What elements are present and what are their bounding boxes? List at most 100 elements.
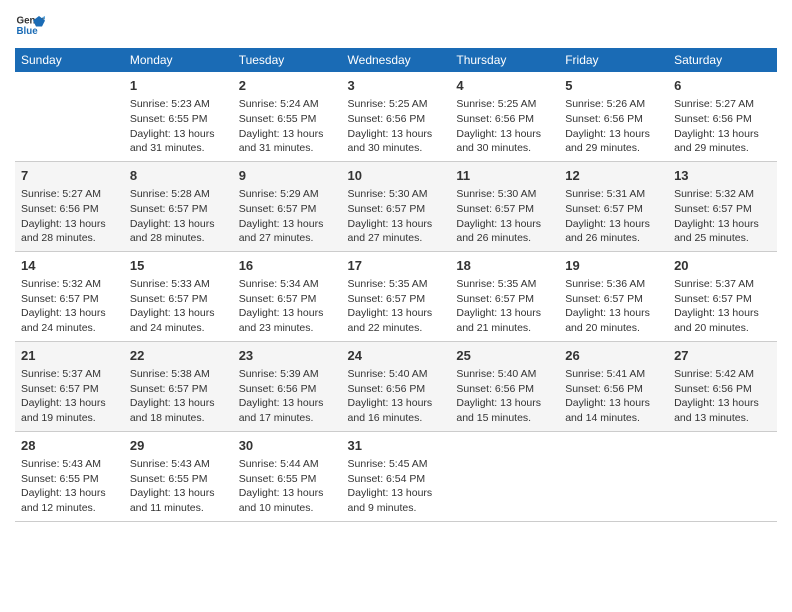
day-cell: 16 Sunrise: 5:34 AMSunset: 6:57 PMDayligh… <box>233 251 342 341</box>
day-number: 25 <box>456 347 553 365</box>
day-info: Sunrise: 5:44 AMSunset: 6:55 PMDaylight:… <box>239 457 336 516</box>
day-number: 3 <box>348 77 445 95</box>
day-number: 10 <box>348 167 445 185</box>
day-number: 30 <box>239 437 336 455</box>
day-info: Sunrise: 5:32 AMSunset: 6:57 PMDaylight:… <box>674 187 771 246</box>
day-cell: 13 Sunrise: 5:32 AMSunset: 6:57 PMDayligh… <box>668 161 777 251</box>
day-number: 23 <box>239 347 336 365</box>
day-cell: 6 Sunrise: 5:27 AMSunset: 6:56 PMDaylight… <box>668 72 777 161</box>
day-number: 7 <box>21 167 118 185</box>
day-cell: 29 Sunrise: 5:43 AMSunset: 6:55 PMDayligh… <box>124 431 233 521</box>
day-info: Sunrise: 5:28 AMSunset: 6:57 PMDaylight:… <box>130 187 227 246</box>
day-number: 20 <box>674 257 771 275</box>
day-cell: 7 Sunrise: 5:27 AMSunset: 6:56 PMDaylight… <box>15 161 124 251</box>
day-number: 6 <box>674 77 771 95</box>
day-cell: 14Sunrise: 5:32 AMSunset: 6:57 PMDayligh… <box>15 251 124 341</box>
day-info: Sunrise: 5:34 AMSunset: 6:57 PMDaylight:… <box>239 277 336 336</box>
day-info: Sunrise: 5:33 AMSunset: 6:57 PMDaylight:… <box>130 277 227 336</box>
day-cell: 31Sunrise: 5:45 AMSunset: 6:54 PMDayligh… <box>342 431 451 521</box>
header-cell-tuesday: Tuesday <box>233 48 342 72</box>
day-number: 15 <box>130 257 227 275</box>
day-number: 5 <box>565 77 662 95</box>
day-info: Sunrise: 5:35 AMSunset: 6:57 PMDaylight:… <box>456 277 553 336</box>
header-cell-saturday: Saturday <box>668 48 777 72</box>
logo-icon: General Blue <box>15 10 45 40</box>
day-cell <box>668 431 777 521</box>
logo: General Blue <box>15 10 49 40</box>
day-number: 12 <box>565 167 662 185</box>
day-info: Sunrise: 5:27 AMSunset: 6:56 PMDaylight:… <box>21 187 118 246</box>
day-number: 31 <box>348 437 445 455</box>
calendar-table: SundayMondayTuesdayWednesdayThursdayFrid… <box>15 48 777 522</box>
day-cell: 19Sunrise: 5:36 AMSunset: 6:57 PMDayligh… <box>559 251 668 341</box>
day-number: 2 <box>239 77 336 95</box>
day-number: 8 <box>130 167 227 185</box>
day-info: Sunrise: 5:23 AMSunset: 6:55 PMDaylight:… <box>130 97 227 156</box>
day-cell: 20Sunrise: 5:37 AMSunset: 6:57 PMDayligh… <box>668 251 777 341</box>
day-cell: 25 Sunrise: 5:40 AMSunset: 6:56 PMDayligh… <box>450 341 559 431</box>
day-cell: 21 Sunrise: 5:37 AMSunset: 6:57 PMDayligh… <box>15 341 124 431</box>
day-cell: 30 Sunrise: 5:44 AMSunset: 6:55 PMDayligh… <box>233 431 342 521</box>
day-number: 11 <box>456 167 553 185</box>
day-number: 9 <box>239 167 336 185</box>
day-number: 24 <box>348 347 445 365</box>
day-number: 19 <box>565 257 662 275</box>
header-row-days: SundayMondayTuesdayWednesdayThursdayFrid… <box>15 48 777 72</box>
day-number: 27 <box>674 347 771 365</box>
day-cell: 26Sunrise: 5:41 AMSunset: 6:56 PMDayligh… <box>559 341 668 431</box>
day-info: Sunrise: 5:32 AMSunset: 6:57 PMDaylight:… <box>21 277 118 336</box>
week-row-2: 7 Sunrise: 5:27 AMSunset: 6:56 PMDaylight… <box>15 161 777 251</box>
day-number: 1 <box>130 77 227 95</box>
day-cell: 28 Sunrise: 5:43 AMSunset: 6:55 PMDayligh… <box>15 431 124 521</box>
day-number: 4 <box>456 77 553 95</box>
day-cell: 5 Sunrise: 5:26 AMSunset: 6:56 PMDaylight… <box>559 72 668 161</box>
day-number: 21 <box>21 347 118 365</box>
day-info: Sunrise: 5:37 AMSunset: 6:57 PMDaylight:… <box>21 367 118 426</box>
day-cell: 10Sunrise: 5:30 AMSunset: 6:57 PMDayligh… <box>342 161 451 251</box>
day-cell: 27Sunrise: 5:42 AMSunset: 6:56 PMDayligh… <box>668 341 777 431</box>
day-cell: 4 Sunrise: 5:25 AMSunset: 6:56 PMDaylight… <box>450 72 559 161</box>
day-info: Sunrise: 5:31 AMSunset: 6:57 PMDaylight:… <box>565 187 662 246</box>
day-cell: 3 Sunrise: 5:25 AMSunset: 6:56 PMDaylight… <box>342 72 451 161</box>
header-cell-sunday: Sunday <box>15 48 124 72</box>
week-row-5: 28 Sunrise: 5:43 AMSunset: 6:55 PMDayligh… <box>15 431 777 521</box>
header-cell-thursday: Thursday <box>450 48 559 72</box>
header-row: General Blue <box>15 10 777 40</box>
calendar-body: 1 Sunrise: 5:23 AMSunset: 6:55 PMDaylight… <box>15 72 777 521</box>
calendar-header: SundayMondayTuesdayWednesdayThursdayFrid… <box>15 48 777 72</box>
day-number: 16 <box>239 257 336 275</box>
day-info: Sunrise: 5:40 AMSunset: 6:56 PMDaylight:… <box>456 367 553 426</box>
day-cell: 15 Sunrise: 5:33 AMSunset: 6:57 PMDayligh… <box>124 251 233 341</box>
header-cell-friday: Friday <box>559 48 668 72</box>
day-number: 28 <box>21 437 118 455</box>
day-cell: 12 Sunrise: 5:31 AMSunset: 6:57 PMDayligh… <box>559 161 668 251</box>
week-row-3: 14Sunrise: 5:32 AMSunset: 6:57 PMDayligh… <box>15 251 777 341</box>
day-info: Sunrise: 5:27 AMSunset: 6:56 PMDaylight:… <box>674 97 771 156</box>
svg-text:Blue: Blue <box>17 26 39 37</box>
day-info: Sunrise: 5:43 AMSunset: 6:55 PMDaylight:… <box>21 457 118 516</box>
day-number: 29 <box>130 437 227 455</box>
header-cell-monday: Monday <box>124 48 233 72</box>
day-number: 13 <box>674 167 771 185</box>
day-info: Sunrise: 5:24 AMSunset: 6:55 PMDaylight:… <box>239 97 336 156</box>
day-cell: 11 Sunrise: 5:30 AMSunset: 6:57 PMDayligh… <box>450 161 559 251</box>
day-cell: 2 Sunrise: 5:24 AMSunset: 6:55 PMDaylight… <box>233 72 342 161</box>
day-info: Sunrise: 5:43 AMSunset: 6:55 PMDaylight:… <box>130 457 227 516</box>
day-cell <box>15 72 124 161</box>
day-info: Sunrise: 5:25 AMSunset: 6:56 PMDaylight:… <box>348 97 445 156</box>
day-info: Sunrise: 5:25 AMSunset: 6:56 PMDaylight:… <box>456 97 553 156</box>
day-info: Sunrise: 5:38 AMSunset: 6:57 PMDaylight:… <box>130 367 227 426</box>
day-info: Sunrise: 5:30 AMSunset: 6:57 PMDaylight:… <box>456 187 553 246</box>
day-cell: 24Sunrise: 5:40 AMSunset: 6:56 PMDayligh… <box>342 341 451 431</box>
day-number: 17 <box>348 257 445 275</box>
day-cell: 23Sunrise: 5:39 AMSunset: 6:56 PMDayligh… <box>233 341 342 431</box>
day-info: Sunrise: 5:29 AMSunset: 6:57 PMDaylight:… <box>239 187 336 246</box>
day-cell: 8 Sunrise: 5:28 AMSunset: 6:57 PMDaylight… <box>124 161 233 251</box>
day-number: 18 <box>456 257 553 275</box>
day-cell <box>559 431 668 521</box>
header-cell-wednesday: Wednesday <box>342 48 451 72</box>
week-row-1: 1 Sunrise: 5:23 AMSunset: 6:55 PMDaylight… <box>15 72 777 161</box>
week-row-4: 21 Sunrise: 5:37 AMSunset: 6:57 PMDayligh… <box>15 341 777 431</box>
day-info: Sunrise: 5:26 AMSunset: 6:56 PMDaylight:… <box>565 97 662 156</box>
day-number: 26 <box>565 347 662 365</box>
